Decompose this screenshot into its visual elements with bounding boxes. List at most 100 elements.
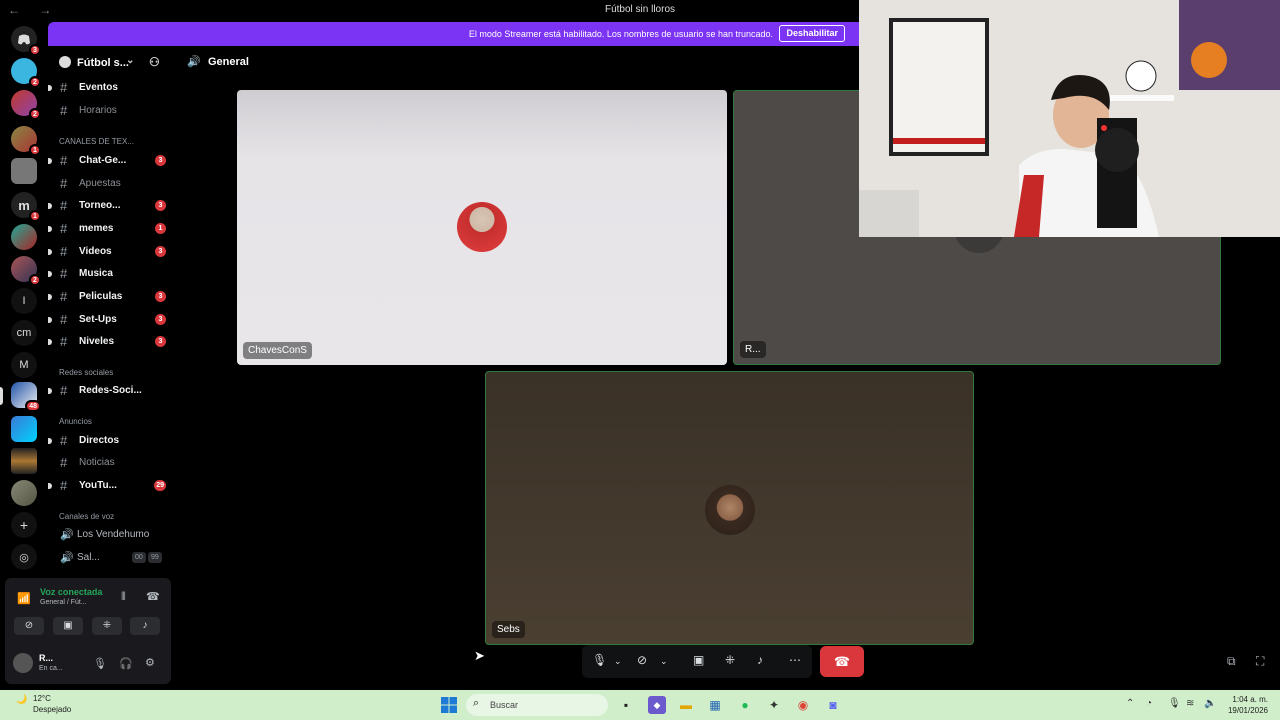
- soundboard-wave-icon[interactable]: ⦀: [121, 591, 126, 604]
- hash-icon: #: [60, 478, 68, 493]
- channel-item[interactable]: # Videos 3: [48, 242, 176, 262]
- channel-item[interactable]: # Directos: [48, 431, 176, 451]
- chrome-icon[interactable]: ◉: [794, 696, 812, 714]
- camera-off-button[interactable]: ⊘: [14, 617, 44, 635]
- discord-home-icon[interactable]: 3: [11, 26, 41, 56]
- channel-title: General: [208, 56, 249, 68]
- channel-item[interactable]: # Peliculas 3: [48, 287, 176, 307]
- channel-item[interactable]: # Musica: [48, 264, 176, 284]
- hash-icon: #: [60, 312, 68, 327]
- disable-streamer-button[interactable]: Deshabilitar: [779, 25, 845, 42]
- channel-item[interactable]: # memes 1: [48, 219, 176, 239]
- category-voice[interactable]: Canales de voz: [59, 512, 114, 521]
- server-icon[interactable]: cm: [11, 320, 37, 346]
- selected-indicator: [0, 387, 3, 405]
- disconnect-call-button[interactable]: ☎: [820, 646, 864, 677]
- participant-tile[interactable]: ChavesConS: [237, 90, 727, 365]
- server-icon[interactable]: 2: [11, 58, 41, 88]
- chevron-down-icon[interactable]: ⌄: [660, 656, 668, 667]
- server-icon[interactable]: [11, 416, 37, 442]
- unread-pip: [48, 85, 52, 91]
- screen-share-button[interactable]: ▣: [53, 617, 83, 635]
- channel-item[interactable]: # Torneo... 3: [48, 196, 176, 216]
- discover-icon[interactable]: ◎: [11, 544, 37, 570]
- discord-window: ← → Fútbol sin lloros 3 2 2 1 m 1 2 I cm…: [0, 0, 1280, 690]
- app-icon[interactable]: ◆: [648, 696, 666, 714]
- channel-item[interactable]: # Eventos: [48, 78, 176, 98]
- channel-item[interactable]: # Horarios: [48, 101, 176, 121]
- spotify-icon[interactable]: ●: [736, 696, 754, 714]
- task-view-icon[interactable]: ▪: [617, 696, 635, 714]
- channel-item[interactable]: # Redes-Soci...: [48, 381, 176, 401]
- server-icon-active[interactable]: 48: [11, 382, 41, 412]
- server-icon[interactable]: M: [11, 352, 37, 378]
- chevron-down-icon[interactable]: ⌄: [614, 656, 622, 667]
- channel-item[interactable]: # Noticias: [48, 453, 176, 473]
- streamer-mode-banner: El modo Streamer está habilitado. Los no…: [48, 22, 859, 46]
- channel-item[interactable]: # Niveles 3: [48, 332, 176, 352]
- server-icon[interactable]: 2: [11, 90, 41, 120]
- server-icon[interactable]: m 1: [11, 192, 41, 222]
- channel-item[interactable]: # YouTu... 29: [48, 476, 176, 496]
- chevron-up-icon[interactable]: ⌃: [1126, 698, 1134, 709]
- category-social[interactable]: Redes sociales: [59, 368, 113, 377]
- windows-start-icon[interactable]: [440, 696, 458, 714]
- channel-item[interactable]: # Set-Ups 3: [48, 310, 176, 330]
- system-clock[interactable]: 1:04 a. m. 19/01/2026: [1228, 694, 1268, 716]
- screen-share-icon[interactable]: ▣: [693, 653, 704, 667]
- camera-off-icon[interactable]: ⊘: [637, 653, 647, 667]
- microphone-icon[interactable]: 🎙: [1168, 698, 1181, 709]
- app-icon[interactable]: ✦: [765, 696, 783, 714]
- fullscreen-icon[interactable]: ⛶: [1256, 654, 1264, 669]
- weather-icon[interactable]: 🌙: [16, 694, 27, 705]
- microphone-icon[interactable]: 🎙: [93, 657, 107, 670]
- server-icon[interactable]: [11, 480, 37, 506]
- search-icon: ⌕: [473, 697, 480, 709]
- network-icon[interactable]: ◔: [1146, 698, 1152, 709]
- popout-icon[interactable]: ⧉: [1227, 654, 1236, 669]
- user-status: En ca...: [39, 665, 63, 672]
- invite-people-icon[interactable]: ⚇: [149, 55, 160, 69]
- voice-channel-item[interactable]: 🔊 Sal... 00 99: [48, 548, 176, 568]
- soundboard-button[interactable]: ♪: [130, 617, 160, 635]
- signal-icon[interactable]: 📶: [17, 592, 31, 605]
- discord-icon[interactable]: ◙: [824, 696, 842, 714]
- activities-button[interactable]: ⁜: [92, 617, 122, 635]
- server-icon[interactable]: 1: [11, 126, 41, 156]
- microphone-icon[interactable]: 🎙: [592, 653, 607, 667]
- server-icon[interactable]: 2: [11, 256, 41, 286]
- category-announcements[interactable]: Anuncios: [59, 417, 92, 426]
- channel-label: Videos: [79, 246, 112, 257]
- hash-icon: #: [60, 289, 68, 304]
- wifi-icon[interactable]: ≋: [1186, 698, 1194, 709]
- category-text-channels[interactable]: CANALES DE TEX...: [59, 137, 134, 146]
- channel-item[interactable]: # Chat-Ge... 3: [48, 151, 176, 171]
- avatar[interactable]: [13, 653, 33, 673]
- voice-channel-item[interactable]: 🔊 Los Vendehumo: [48, 525, 176, 545]
- server-icon[interactable]: I: [11, 288, 37, 314]
- headphones-icon[interactable]: 🎧: [119, 657, 133, 670]
- participant-name: Sebs: [492, 621, 525, 638]
- store-icon[interactable]: ▦: [706, 696, 724, 714]
- server-icon[interactable]: [11, 158, 37, 184]
- badge: 2: [29, 76, 41, 88]
- add-server-icon[interactable]: +: [11, 512, 37, 538]
- server-icon[interactable]: [11, 448, 37, 474]
- taskbar-search[interactable]: ⌕ Buscar: [466, 694, 608, 716]
- unread-pip: [48, 317, 52, 323]
- server-icon[interactable]: [11, 224, 37, 250]
- more-options-icon[interactable]: ⋯: [789, 653, 801, 667]
- voice-channel-name[interactable]: General / Fút...: [40, 599, 87, 606]
- activities-icon[interactable]: ⁜: [725, 653, 735, 667]
- speaker-icon: 🔊: [60, 552, 74, 564]
- disconnect-icon[interactable]: ☎: [146, 590, 160, 603]
- channel-label: Set-Ups: [79, 314, 117, 325]
- gear-icon[interactable]: ⚙: [145, 656, 155, 669]
- server-header[interactable]: Fútbol s... ⌄ ⚇: [48, 46, 176, 79]
- soundboard-icon[interactable]: ♪: [757, 653, 763, 667]
- file-explorer-icon[interactable]: ▬: [677, 696, 695, 714]
- voice-channel-label: Sal...: [77, 552, 100, 563]
- channel-item[interactable]: # Apuestas: [48, 174, 176, 194]
- participant-tile[interactable]: Sebs: [485, 371, 974, 645]
- volume-icon[interactable]: 🔈: [1204, 698, 1216, 709]
